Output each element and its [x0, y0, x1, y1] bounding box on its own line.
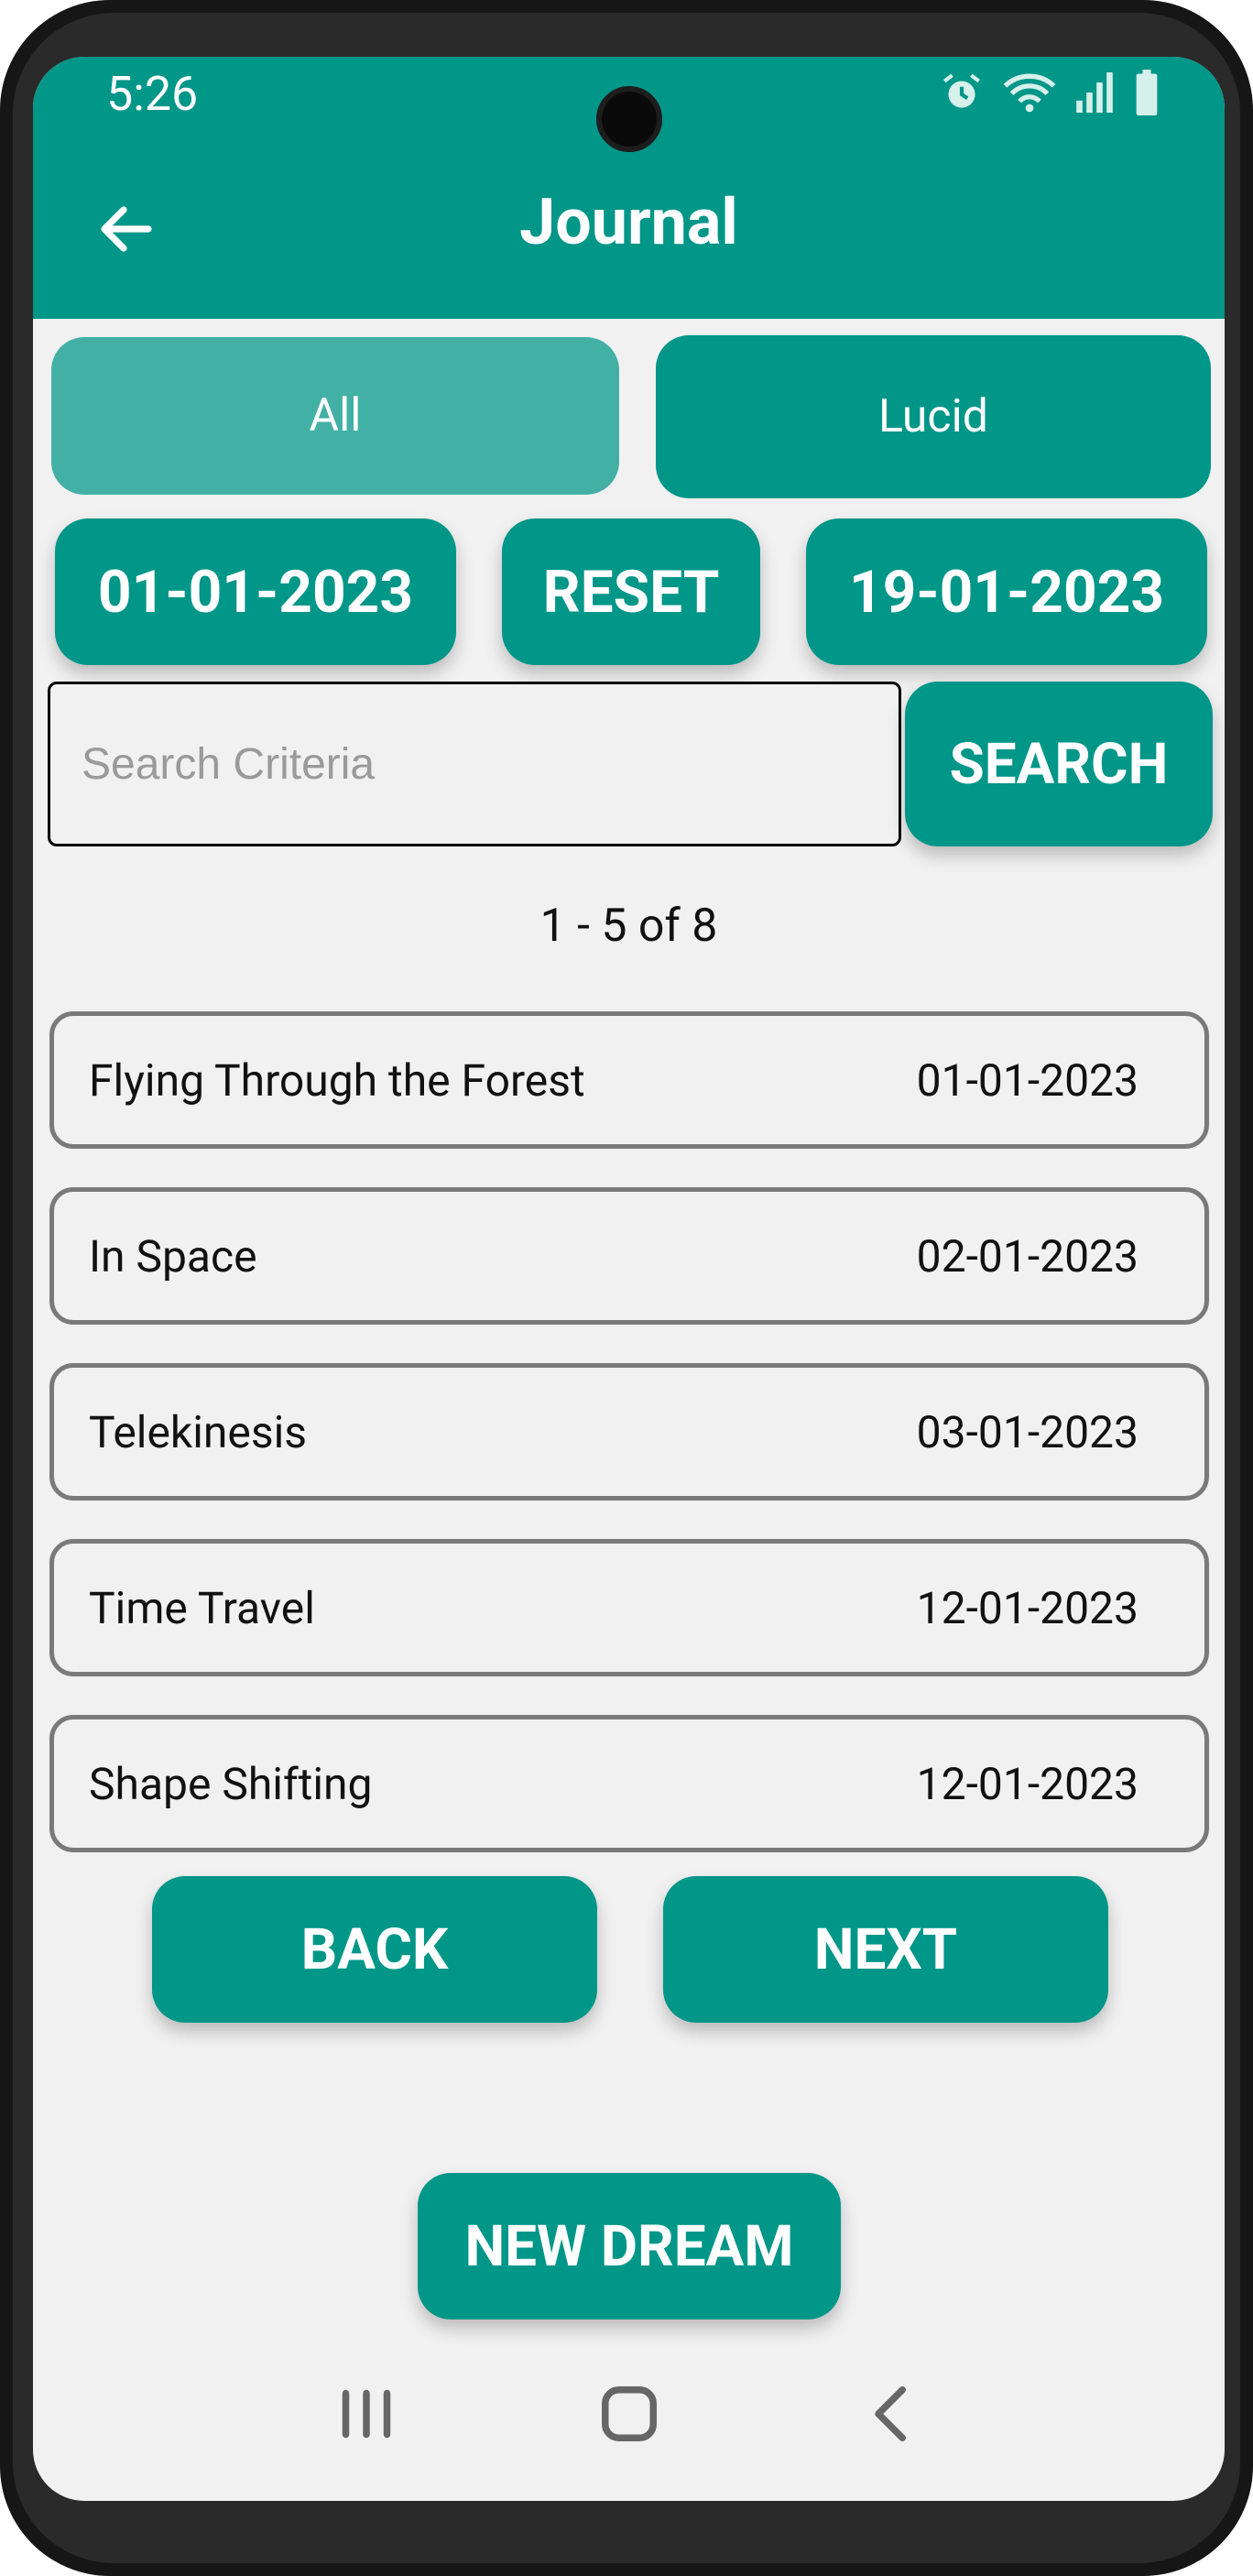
- back-nav-icon[interactable]: [851, 2373, 933, 2455]
- battery-icon: [1136, 70, 1158, 115]
- dream-entry[interactable]: In Space 02-01-2023: [49, 1187, 1209, 1325]
- dream-date: 12-01-2023: [916, 1581, 1139, 1634]
- front-camera: [596, 86, 662, 152]
- dream-entry[interactable]: Time Travel 12-01-2023: [49, 1539, 1209, 1676]
- home-icon[interactable]: [588, 2373, 670, 2455]
- page-title: Journal: [519, 185, 738, 260]
- new-dream-button[interactable]: NEW DREAM: [418, 2173, 841, 2319]
- dream-date: 02-01-2023: [916, 1229, 1139, 1283]
- back-button[interactable]: BACK: [152, 1876, 597, 2023]
- dream-date: 12-01-2023: [916, 1757, 1139, 1810]
- phone-frame: 5:26 Journal All Lucid 01-01-2023 RESET …: [0, 0, 1253, 2576]
- tab-lucid[interactable]: Lucid: [656, 335, 1211, 498]
- dream-title: Shape Shifting: [89, 1757, 373, 1810]
- status-time: 5:26: [106, 66, 199, 122]
- screen: 5:26 Journal All Lucid 01-01-2023 RESET …: [33, 57, 1225, 2501]
- tab-all[interactable]: All: [51, 337, 619, 495]
- dream-date: 01-01-2023: [916, 1053, 1139, 1107]
- alarm-icon: [943, 73, 980, 108]
- next-button[interactable]: NEXT: [663, 1876, 1108, 2023]
- app-bar: 5:26 Journal: [33, 57, 1225, 319]
- dream-title: Flying Through the Forest: [89, 1053, 585, 1107]
- dream-entry[interactable]: Shape Shifting 12-01-2023: [49, 1715, 1209, 1852]
- dream-title: In Space: [89, 1229, 257, 1283]
- search-button[interactable]: SEARCH: [905, 682, 1213, 846]
- end-date-button[interactable]: 19-01-2023: [806, 518, 1207, 665]
- system-nav-bar: [33, 2327, 1225, 2501]
- search-input[interactable]: [82, 738, 899, 790]
- dream-date: 03-01-2023: [916, 1405, 1139, 1458]
- pagination-summary: 1 - 5 of 8: [539, 900, 718, 953]
- dream-entry[interactable]: Flying Through the Forest 01-01-2023: [49, 1011, 1209, 1149]
- recent-apps-icon[interactable]: [325, 2373, 408, 2455]
- search-field: [48, 682, 901, 846]
- start-date-button[interactable]: 01-01-2023: [55, 518, 456, 665]
- wifi-icon: [1003, 73, 1056, 113]
- dream-title: Time Travel: [89, 1581, 315, 1634]
- signal-icon: [1076, 72, 1113, 113]
- reset-button[interactable]: RESET: [502, 518, 760, 665]
- dream-title: Telekinesis: [89, 1405, 308, 1458]
- dream-entry[interactable]: Telekinesis 03-01-2023: [49, 1363, 1209, 1501]
- status-icons: [939, 70, 1160, 115]
